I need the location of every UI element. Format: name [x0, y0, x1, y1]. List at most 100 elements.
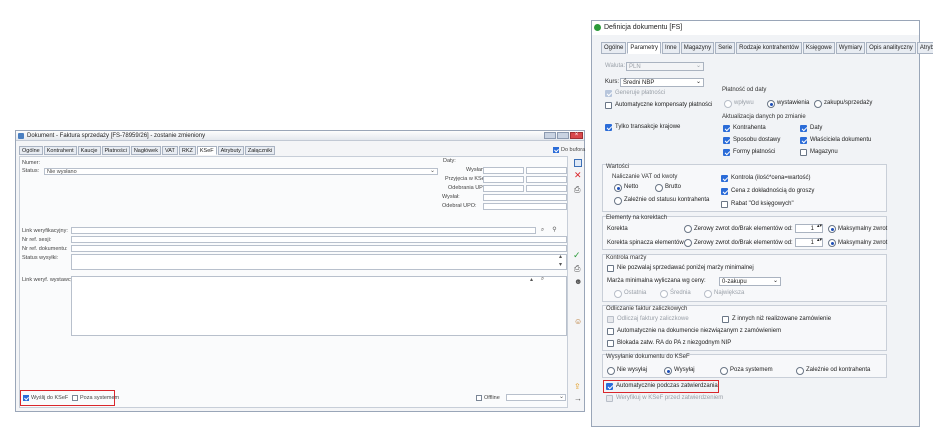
link-wystawcy-field[interactable] — [71, 276, 567, 336]
tab-naglowek[interactable]: Nagłówek — [130, 146, 161, 155]
auto-dok-checkbox[interactable] — [607, 328, 614, 335]
date-odebrania-field[interactable] — [483, 185, 524, 192]
daty-checkbox[interactable] — [800, 125, 807, 132]
tab-ogolne-def[interactable]: Ogólne — [601, 42, 627, 54]
delete-icon[interactable]: ✕ — [574, 171, 582, 180]
tab-vat[interactable]: VAT — [161, 146, 178, 155]
search-icon-2[interactable]: ⌕ — [539, 276, 546, 283]
arrow-icon[interactable]: → — [574, 394, 582, 403]
tab-atrybuty[interactable]: Atrybuty — [217, 146, 244, 155]
weryfikuj-checkbox[interactable] — [606, 395, 613, 402]
date-przyjecia-field[interactable] — [483, 176, 524, 183]
kurs-chevron-icon[interactable]: ⌄ — [696, 78, 701, 85]
time-wyslania-field[interactable] — [526, 167, 567, 174]
close-button[interactable]: × — [570, 132, 583, 139]
auto-zatw-checkbox[interactable] — [606, 383, 613, 390]
odebral-field[interactable] — [483, 203, 567, 210]
tab-opis[interactable]: Opis analityczny — [866, 42, 916, 54]
poza-systemem-radio[interactable] — [720, 367, 728, 375]
tab-ksiegowe[interactable]: Księgowe — [802, 42, 835, 54]
rabat-checkbox[interactable] — [721, 201, 728, 208]
marza-combo[interactable]: 0-zakupu — [719, 277, 781, 286]
tab-ogolne[interactable]: Ogólne — [19, 146, 43, 155]
tab-kaucje[interactable]: Kaucje — [77, 146, 101, 155]
tab-rodzaje[interactable]: Rodzaje kontrahentów — [736, 42, 802, 54]
print-icon[interactable]: ⎙ — [574, 185, 580, 195]
netto-radio[interactable] — [614, 184, 622, 192]
marza-chevron-icon[interactable]: ⌄ — [773, 277, 778, 284]
link-weryfikacyjny-field[interactable] — [71, 227, 536, 234]
status-wysylki-field[interactable] — [71, 254, 567, 270]
date-wyslania-field[interactable] — [483, 167, 524, 174]
spinacz-zerowy-radio[interactable] — [684, 239, 692, 247]
save-icon[interactable] — [574, 159, 582, 167]
scroll-up-icon-2[interactable]: ▴ — [528, 277, 535, 284]
waluta-chevron-icon[interactable]: ⌄ — [696, 62, 701, 69]
user-icon[interactable]: ☻ — [574, 277, 582, 286]
zalezne-kontrahent-radio[interactable] — [796, 367, 804, 375]
tab-magazyny[interactable]: Magazyny — [680, 42, 715, 54]
korekta-spin-icon[interactable]: ▴▾ — [817, 223, 822, 229]
tab-wymiary[interactable]: Wymiary — [835, 42, 866, 54]
nie-wysylaj-radio[interactable] — [607, 367, 615, 375]
zakupu-radio[interactable] — [814, 100, 822, 108]
blokada-checkbox[interactable] — [607, 340, 614, 347]
spinacz-spin-icon[interactable]: ▴▾ — [817, 237, 822, 243]
odliczaj-checkbox[interactable] — [607, 316, 614, 323]
formy-checkbox[interactable] — [723, 149, 730, 156]
z-innych-checkbox[interactable] — [722, 316, 729, 323]
offline-chevron-icon[interactable]: ⌄ — [558, 394, 565, 401]
auto-komp-checkbox[interactable] — [605, 102, 612, 109]
offline-combo[interactable] — [506, 394, 566, 401]
najwieksza-radio[interactable] — [704, 290, 712, 298]
wystawienia-radio[interactable] — [767, 100, 775, 108]
cena-dokl-checkbox[interactable] — [721, 188, 728, 195]
scroll-up-icon[interactable]: ▴ — [557, 254, 564, 261]
nr-ref-dokumentu-field[interactable] — [71, 245, 567, 252]
poza-checkbox[interactable] — [72, 395, 78, 401]
zalezne-status-radio[interactable] — [614, 197, 622, 205]
status-dropdown-chevron-icon[interactable]: ⌄ — [429, 168, 436, 175]
tab-inne[interactable]: Inne — [662, 42, 680, 54]
wplywu-radio[interactable] — [724, 100, 732, 108]
maximize-button[interactable] — [557, 132, 569, 139]
link-icon[interactable]: ⚲ — [551, 227, 558, 234]
kontrahenta-checkbox[interactable] — [723, 125, 730, 132]
tab-platnosci[interactable]: Płatności — [101, 146, 130, 155]
status-field[interactable]: Nie wysłano — [44, 168, 438, 175]
print-icon-2[interactable]: ⎙ — [574, 264, 580, 274]
ostatnia-radio[interactable] — [614, 290, 622, 298]
tab-ksef[interactable]: KSeF — [196, 146, 217, 155]
kontrola-checkbox[interactable] — [721, 175, 728, 182]
scroll-down-icon[interactable]: ▾ — [557, 262, 564, 269]
do-bufora-checkbox[interactable] — [553, 147, 559, 153]
approve-icon[interactable]: ✓ — [573, 250, 581, 261]
offline-checkbox[interactable] — [476, 395, 482, 401]
kurs-field[interactable]: Średni NBP — [620, 78, 704, 87]
tab-zalaczniki[interactable]: Załączniki — [244, 146, 276, 155]
generuje-checkbox[interactable] — [605, 90, 612, 97]
brutto-radio[interactable] — [655, 184, 663, 192]
nr-ref-sesji-field[interactable] — [71, 236, 567, 243]
spinacz-maks-radio[interactable] — [828, 239, 836, 247]
nie-pozwalaj-checkbox[interactable] — [607, 265, 614, 272]
wyslij-checkbox[interactable] — [23, 395, 29, 401]
magazynu-checkbox[interactable] — [800, 149, 807, 156]
people-icon[interactable]: ☺ — [574, 317, 582, 326]
tab-serie[interactable]: Serie — [715, 42, 736, 54]
waluta-field[interactable]: PLN — [626, 62, 704, 71]
export-icon[interactable]: ⇪ — [574, 382, 581, 391]
wysylaj-radio[interactable] — [664, 367, 672, 375]
time-odebrania-field[interactable] — [526, 185, 567, 192]
sposobu-checkbox[interactable] — [723, 137, 730, 144]
tylko-krajowe-checkbox[interactable] — [605, 124, 612, 131]
tab-kontrahent[interactable]: Kontrahent — [43, 146, 77, 155]
tab-atrybuty-def[interactable]: Atrybuty — [916, 42, 933, 54]
time-przyjecia-field[interactable] — [526, 176, 567, 183]
wlasciciela-checkbox[interactable] — [800, 137, 807, 144]
wyslal-field[interactable] — [483, 194, 567, 201]
korekta-maks-radio[interactable] — [828, 225, 836, 233]
tab-rkz[interactable]: RKZ — [178, 146, 196, 155]
srednia-radio[interactable] — [660, 290, 668, 298]
search-icon[interactable]: ⌕ — [539, 227, 546, 234]
